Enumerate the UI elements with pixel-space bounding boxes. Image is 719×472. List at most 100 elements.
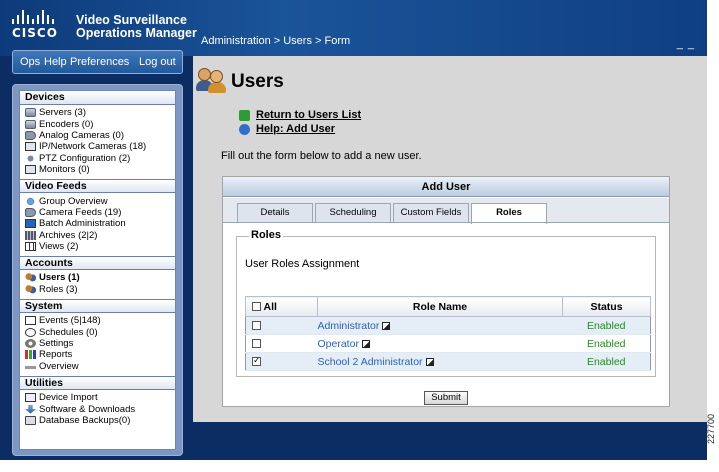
app-title-line2: Operations Manager: [76, 26, 197, 40]
sidebar-item-servers[interactable]: Servers (3): [25, 107, 175, 118]
sidebar-item-device-import[interactable]: Device Import: [25, 392, 175, 403]
open-role-icon[interactable]: [382, 321, 391, 330]
database-icon: [25, 416, 36, 425]
sidebar-item-encoders[interactable]: Encoders (0): [25, 118, 175, 130]
sidebar-item-monitors[interactable]: Monitors (0): [25, 164, 175, 175]
role-checkbox[interactable]: [252, 355, 261, 367]
sidebar-item-schedules[interactable]: Schedules (0): [25, 326, 175, 338]
app-header: CISCO Video Surveillance Operations Mana…: [0, 0, 707, 56]
sidebar-item-label: Schedules (0): [39, 326, 98, 338]
sidebar-item-analog-cameras[interactable]: Analog Cameras (0): [25, 130, 175, 141]
sidebar-item-label: Views (2): [39, 241, 79, 253]
sidebar-item-label: Device Import: [39, 392, 98, 404]
role-link[interactable]: Operator: [318, 338, 359, 350]
role-status: Enabled: [562, 316, 651, 335]
sidebar-item-reports[interactable]: Reports: [25, 349, 175, 360]
tab-custom-fields[interactable]: Custom Fields: [393, 203, 469, 223]
sidebar-item-database-backups[interactable]: Database Backups(0): [25, 415, 175, 426]
download-icon: [25, 404, 36, 414]
submit-button[interactable]: Submit: [424, 391, 468, 405]
tab-details[interactable]: Details: [237, 203, 313, 223]
sidebar-item-label: Reports: [39, 349, 73, 361]
select-all-label: All: [263, 300, 277, 313]
help-icon: [239, 123, 250, 135]
role-status: Enabled: [562, 352, 651, 371]
add-user-form: Add User Details Scheduling Custom Field…: [222, 176, 670, 407]
monitor-icon: [25, 165, 36, 175]
role-name-header: Role Name: [317, 296, 563, 317]
return-to-users-link[interactable]: Return to Users List: [239, 108, 361, 122]
roles-subtitle: User Roles Assignment: [245, 258, 360, 270]
main-content: Users Return to Users List Help: Add Use…: [193, 56, 707, 422]
row-checkbox-cell: [245, 316, 318, 335]
preferences-link[interactable]: Preferences: [70, 56, 129, 68]
batch-icon: [25, 219, 36, 229]
role-checkbox[interactable]: [252, 321, 261, 331]
sidebar-item-overview[interactable]: Overview: [25, 361, 175, 372]
archive-icon: [25, 230, 36, 240]
sidebar-item-users[interactable]: Users (1): [25, 272, 175, 283]
sidebar-section-accounts: Accounts: [20, 256, 175, 271]
role-link[interactable]: Administrator: [318, 320, 380, 332]
sidebar-item-group-overview[interactable]: Group Overview: [25, 195, 175, 207]
role-name-cell: School 2 Administrator: [317, 352, 563, 371]
app-window: CISCO Video Surveillance Operations Mana…: [0, 0, 707, 460]
form-tabs: Details Scheduling Custom Fields Roles: [223, 198, 669, 224]
sidebar-item-label: Events (5|148): [39, 315, 101, 327]
sidebar: Devices Servers (3) Encoders (0) Analog …: [12, 84, 183, 456]
sidebar-item-batch-administration[interactable]: Batch Administration: [25, 218, 175, 229]
sidebar-item-settings[interactable]: Settings: [25, 338, 175, 349]
sidebar-item-archives[interactable]: Archives (2|2): [25, 230, 175, 241]
tab-divider: [223, 222, 669, 223]
tab-scheduling[interactable]: Scheduling: [315, 203, 391, 223]
table-row: Administrator Enabled: [245, 316, 651, 335]
globe-icon: [25, 196, 36, 206]
open-role-icon[interactable]: [361, 339, 370, 348]
users-icon: [196, 66, 228, 94]
role-link[interactable]: School 2 Administrator: [318, 356, 423, 368]
logout-link[interactable]: Log out: [139, 56, 176, 68]
sidebar-item-label: Monitors (0): [39, 164, 90, 176]
analog-camera-icon: [25, 130, 36, 140]
window-controls[interactable]: _ _: [677, 38, 695, 50]
breadcrumb: Administration > Users > Form: [201, 35, 351, 47]
return-arrow-icon: [239, 109, 250, 121]
app-title: Video Surveillance Operations Manager: [76, 14, 197, 40]
ptz-icon: [25, 153, 36, 163]
row-checkbox-cell: [245, 352, 318, 371]
overview-icon: [25, 366, 36, 370]
sidebar-item-label: IP/Network Cameras (18): [39, 141, 147, 153]
open-role-icon[interactable]: [425, 357, 434, 366]
role-name-cell: Operator: [317, 334, 563, 353]
help-add-user-link[interactable]: Help: Add User: [239, 122, 361, 136]
roles-fieldset: Roles User Roles Assignment All Role Nam…: [236, 229, 656, 377]
roles-icon: [25, 284, 36, 294]
select-all-checkbox[interactable]: [252, 302, 261, 312]
sidebar-item-views[interactable]: Views (2): [25, 241, 175, 252]
views-icon: [25, 242, 36, 252]
help-link[interactable]: Help: [44, 56, 67, 68]
sidebar-section-video-feeds: Video Feeds: [20, 179, 175, 194]
sidebar-item-software-downloads[interactable]: Software & Downloads: [25, 403, 175, 415]
sidebar-item-label: Settings: [39, 338, 74, 350]
tab-roles[interactable]: Roles: [471, 203, 547, 224]
sidebar-item-label: Software & Downloads: [39, 403, 136, 415]
role-name-cell: Administrator: [317, 316, 563, 335]
sidebar-item-label: Camera Feeds (19): [39, 206, 122, 218]
sidebar-item-roles[interactable]: Roles (3): [25, 284, 175, 295]
sidebar-item-events[interactable]: Events (5|148): [25, 315, 175, 326]
network-camera-icon: [25, 142, 36, 152]
ops-link[interactable]: Ops: [20, 56, 40, 68]
role-checkbox[interactable]: [252, 339, 261, 349]
table-row: Operator Enabled: [245, 334, 651, 353]
sidebar-item-label: Analog Cameras (0): [39, 129, 125, 141]
import-icon: [25, 393, 36, 403]
return-link-label: Return to Users List: [256, 109, 362, 121]
page-links: Return to Users List Help: Add User: [239, 108, 361, 136]
sidebar-item-network-cameras[interactable]: IP/Network Cameras (18): [25, 141, 175, 152]
sidebar-item-ptz[interactable]: PTZ Configuration (2): [25, 153, 175, 164]
sidebar-item-camera-feeds[interactable]: Camera Feeds (19): [25, 207, 175, 218]
cisco-logo: CISCO: [12, 10, 66, 40]
top-nav: Ops Help Preferences Log out: [12, 50, 183, 74]
events-icon: [25, 316, 36, 326]
